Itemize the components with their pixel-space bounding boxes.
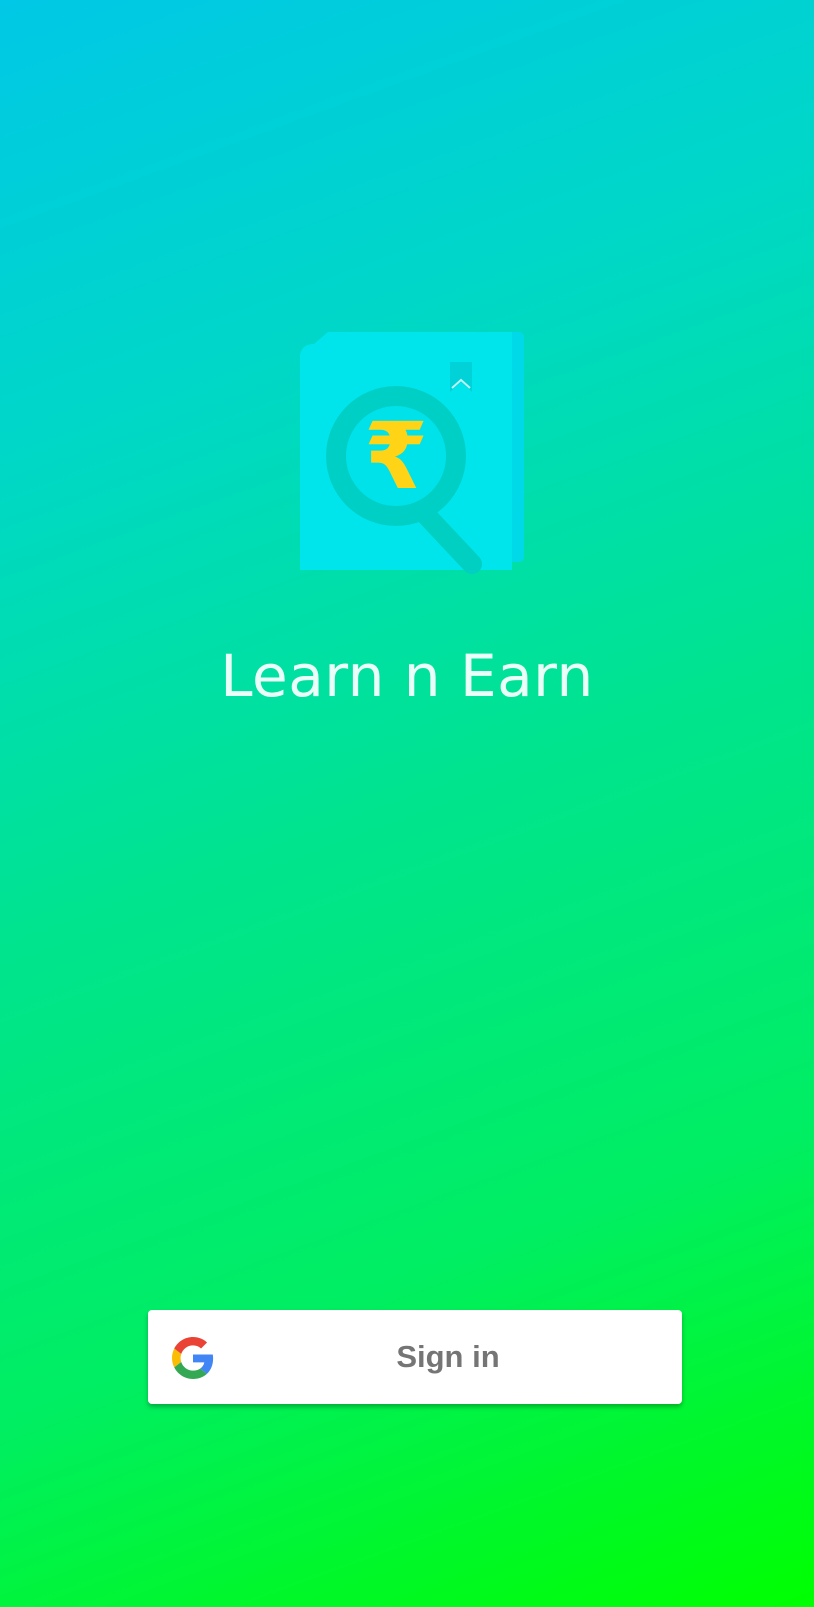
app-logo: ₹ xyxy=(300,330,540,585)
sign-in-label: Sign in xyxy=(396,1339,500,1374)
rupee-icon: ₹ xyxy=(364,403,428,510)
book-magnifier-rupee-icon: ₹ xyxy=(300,332,524,574)
google-sign-in-button[interactable]: Sign in xyxy=(148,1310,682,1404)
google-g-icon xyxy=(172,1337,214,1379)
login-screen: ₹ Learn n Earn Sign in xyxy=(0,0,814,1607)
app-title: Learn n Earn xyxy=(220,642,594,710)
